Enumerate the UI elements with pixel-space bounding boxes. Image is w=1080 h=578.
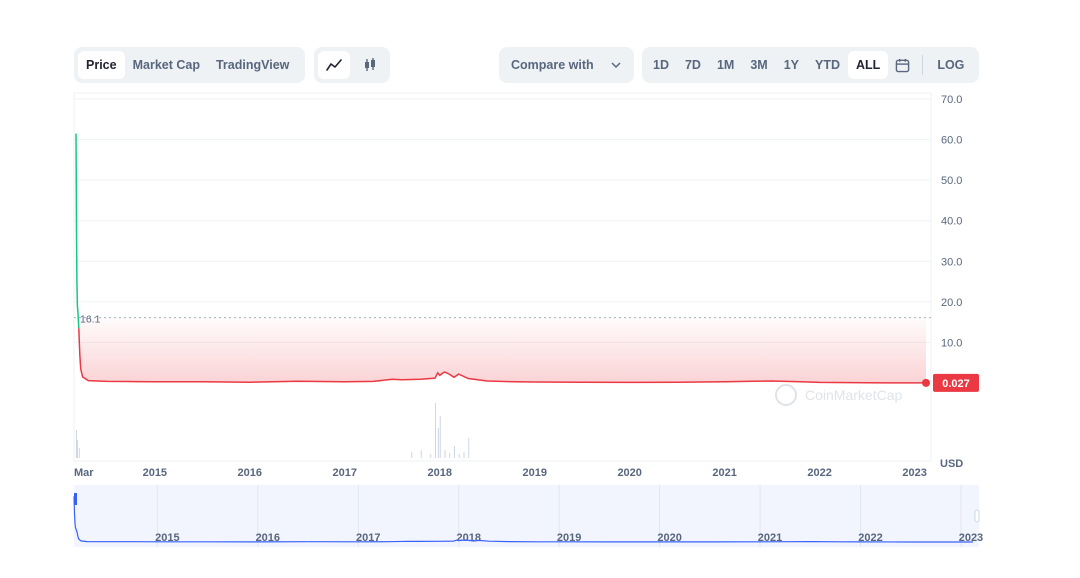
volume-bar [411, 452, 413, 458]
volume-bar [430, 454, 432, 458]
current-price-dot [922, 378, 930, 387]
y-axis-unit: USD [940, 458, 963, 470]
x-tick-label: 2016 [238, 467, 262, 479]
y-tick-label: 50.0 [941, 175, 962, 187]
navigator-background [74, 485, 979, 547]
x-tick-label: 2023 [902, 467, 926, 479]
volume-bars [76, 403, 470, 458]
y-tick-label: 30.0 [941, 256, 962, 268]
y-tick-label: 10.0 [941, 337, 962, 349]
x-tick-label: 2018 [428, 467, 452, 479]
watermark: CoinMarketCap [775, 384, 902, 406]
y-tick-label: 60.0 [941, 135, 962, 147]
x-tick-label: 2015 [143, 467, 167, 479]
navigator-x-label: 2018 [456, 532, 480, 544]
y-tick-label: 70.0 [941, 94, 962, 106]
x-axis-labels: Mar 2015 2016 2017 2018 2019 2020 2021 2022 2023 [74, 467, 927, 479]
volume-bar [76, 430, 77, 458]
y-axis-labels: 70.0 60.0 50.0 40.0 30.0 20.0 10.0 [941, 94, 962, 349]
grid-lines [74, 98, 931, 343]
volume-bar [463, 452, 465, 458]
volume-bar [78, 448, 80, 458]
navigator-handle-right[interactable] [974, 509, 980, 523]
x-tick-label: 2017 [333, 467, 357, 479]
coinmarketcap-logo-icon [775, 384, 797, 406]
volume-bar [444, 450, 446, 458]
volume-bar [434, 403, 436, 458]
x-tick-label: 2019 [522, 467, 546, 479]
y-tick-label: 20.0 [941, 297, 962, 309]
plot-area [73, 92, 932, 462]
volume-bar [76, 440, 78, 458]
navigator[interactable]: 2015 2016 2017 2018 2019 2020 2021 2022 2023 [73, 485, 983, 547]
reference-label: 16.1 [80, 314, 101, 326]
x-tick-label: Mar [74, 467, 94, 479]
current-price-label: 0.027 [942, 378, 970, 390]
volume-bar [439, 416, 441, 458]
price-chart: 16.1 70.0 60.0 50.0 40.0 30.0 20.0 10.0 Mar 201… [73, 92, 983, 547]
volume-bar [453, 446, 455, 458]
volume-bar [468, 438, 470, 458]
volume-bar [437, 428, 439, 458]
price-line-up [75, 133, 80, 329]
volume-bar [420, 450, 422, 458]
x-tick-label: 2022 [807, 467, 831, 479]
x-tick-label: 2020 [617, 467, 641, 479]
x-tick-label: 2021 [712, 467, 736, 479]
watermark-text: CoinMarketCap [805, 387, 902, 403]
volume-bar [458, 454, 460, 458]
y-tick-label: 40.0 [941, 216, 962, 228]
volume-bar [449, 453, 451, 458]
price-area-fill [78, 317, 927, 383]
